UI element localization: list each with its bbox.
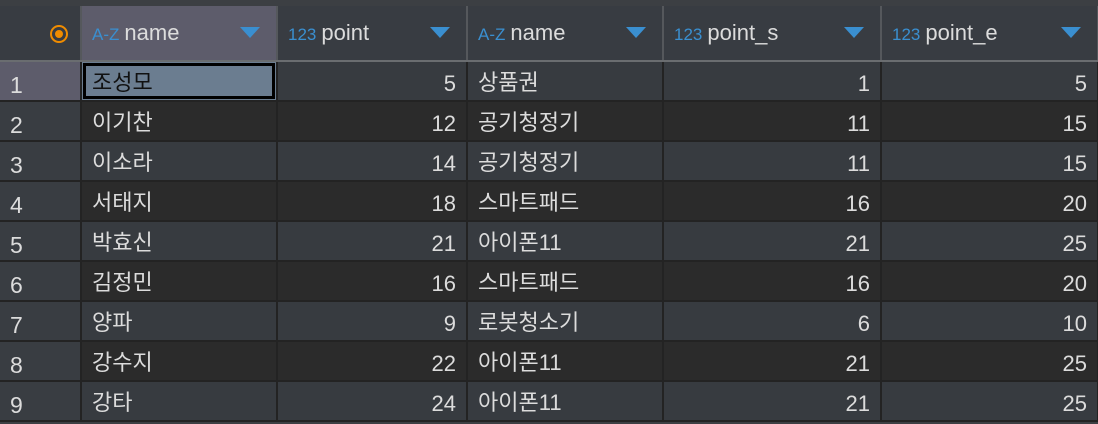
cell[interactable]: 1: [663, 61, 882, 102]
column-header-name[interactable]: A-Z name: [81, 6, 278, 62]
row-number[interactable]: 9: [0, 381, 82, 422]
cell[interactable]: 22: [277, 341, 468, 382]
cell[interactable]: 5: [277, 61, 468, 102]
cell[interactable]: 강수지: [81, 341, 278, 382]
cell[interactable]: 16: [663, 261, 882, 302]
cell[interactable]: 21: [277, 221, 468, 262]
column-header-point_e[interactable]: 123 point_e: [881, 6, 1098, 62]
row-number[interactable]: 4: [0, 181, 82, 222]
cell[interactable]: 11: [663, 101, 882, 142]
cell[interactable]: 스마트패드: [467, 261, 664, 302]
cell[interactable]: 15: [881, 101, 1098, 142]
cell[interactable]: 아이폰11: [467, 341, 664, 382]
cell[interactable]: 아이폰11: [467, 221, 664, 262]
table-row: 5 박효신 21 아이폰11 21 25: [0, 221, 1098, 262]
column-label: name: [124, 20, 180, 45]
cell[interactable]: 공기청정기: [467, 141, 664, 182]
column-label: point: [321, 20, 370, 45]
cell[interactable]: 로봇청소기: [467, 301, 664, 342]
cell[interactable]: 이기찬: [81, 101, 278, 142]
table-row: 2 이기찬 12 공기청정기 11 15: [0, 101, 1098, 142]
cell[interactable]: 10: [881, 301, 1098, 342]
cell[interactable]: 16: [663, 181, 882, 222]
table-row: 7 양파 9 로봇청소기 6 10: [0, 301, 1098, 342]
row-number[interactable]: 1: [0, 61, 82, 102]
cell[interactable]: 스마트패드: [467, 181, 664, 222]
cell[interactable]: 양파: [81, 301, 278, 342]
cell[interactable]: 9: [277, 301, 468, 342]
cell[interactable]: 조성모: [81, 61, 278, 102]
row-number[interactable]: 5: [0, 221, 82, 262]
type-icon: 123: [288, 25, 317, 44]
column-label: point_s: [707, 20, 779, 45]
cell[interactable]: 강타: [81, 381, 278, 422]
row-number[interactable]: 8: [0, 341, 82, 382]
cell[interactable]: 14: [277, 141, 468, 182]
cell[interactable]: 6: [663, 301, 882, 342]
column-label: point_e: [925, 20, 998, 45]
dropdown-arrow-icon[interactable]: [844, 27, 864, 38]
cell[interactable]: 상품권: [467, 61, 664, 102]
dropdown-arrow-icon[interactable]: [240, 27, 260, 38]
table-row: 9 강타 24 아이폰11 21 25: [0, 381, 1098, 422]
cell[interactable]: 20: [881, 261, 1098, 302]
column-header-point_s[interactable]: 123 point_s: [663, 6, 882, 62]
cell[interactable]: 21: [663, 341, 882, 382]
type-icon: A-Z: [92, 25, 120, 44]
cell[interactable]: 25: [881, 341, 1098, 382]
type-icon: A-Z: [478, 25, 506, 44]
cell[interactable]: 21: [663, 381, 882, 422]
dropdown-arrow-icon[interactable]: [430, 27, 450, 38]
dropdown-arrow-icon[interactable]: [626, 27, 646, 38]
cell[interactable]: 5: [881, 61, 1098, 102]
table-row: 6 김정민 16 스마트패드 16 20: [0, 261, 1098, 302]
cell[interactable]: 박효신: [81, 221, 278, 262]
select-all-corner[interactable]: [0, 6, 82, 62]
cell[interactable]: 24: [277, 381, 468, 422]
cell[interactable]: 15: [881, 141, 1098, 182]
table-row: 3 이소라 14 공기청정기 11 15: [0, 141, 1098, 182]
cell[interactable]: 공기청정기: [467, 101, 664, 142]
cell[interactable]: 11: [663, 141, 882, 182]
table-row: 4 서태지 18 스마트패드 16 20: [0, 181, 1098, 222]
cell[interactable]: 21: [663, 221, 882, 262]
result-grid: A-Z name 123 point A-Z name 123 point_s 123 point…: [0, 6, 1098, 422]
cell[interactable]: 김정민: [81, 261, 278, 302]
column-header-point[interactable]: 123 point: [277, 6, 468, 62]
table-row: 1 조성모 5 상품권 1 5: [0, 61, 1098, 102]
cell[interactable]: 25: [881, 221, 1098, 262]
column-label: name: [510, 20, 566, 45]
row-number[interactable]: 6: [0, 261, 82, 302]
row-number[interactable]: 2: [0, 101, 82, 142]
cell[interactable]: 12: [277, 101, 468, 142]
cell[interactable]: 25: [881, 381, 1098, 422]
dropdown-arrow-icon[interactable]: [1061, 27, 1081, 38]
table-row: 8 강수지 22 아이폰11 21 25: [0, 341, 1098, 382]
cell[interactable]: 20: [881, 181, 1098, 222]
cell[interactable]: 18: [277, 181, 468, 222]
cell[interactable]: 아이폰11: [467, 381, 664, 422]
radio-icon: [50, 25, 68, 44]
column-header-name[interactable]: A-Z name: [467, 6, 664, 62]
cell[interactable]: 이소라: [81, 141, 278, 182]
cell[interactable]: 16: [277, 261, 468, 302]
type-icon: 123: [674, 25, 703, 44]
cell[interactable]: 서태지: [81, 181, 278, 222]
type-icon: 123: [892, 25, 921, 44]
row-number[interactable]: 7: [0, 301, 82, 342]
row-number[interactable]: 3: [0, 141, 82, 182]
